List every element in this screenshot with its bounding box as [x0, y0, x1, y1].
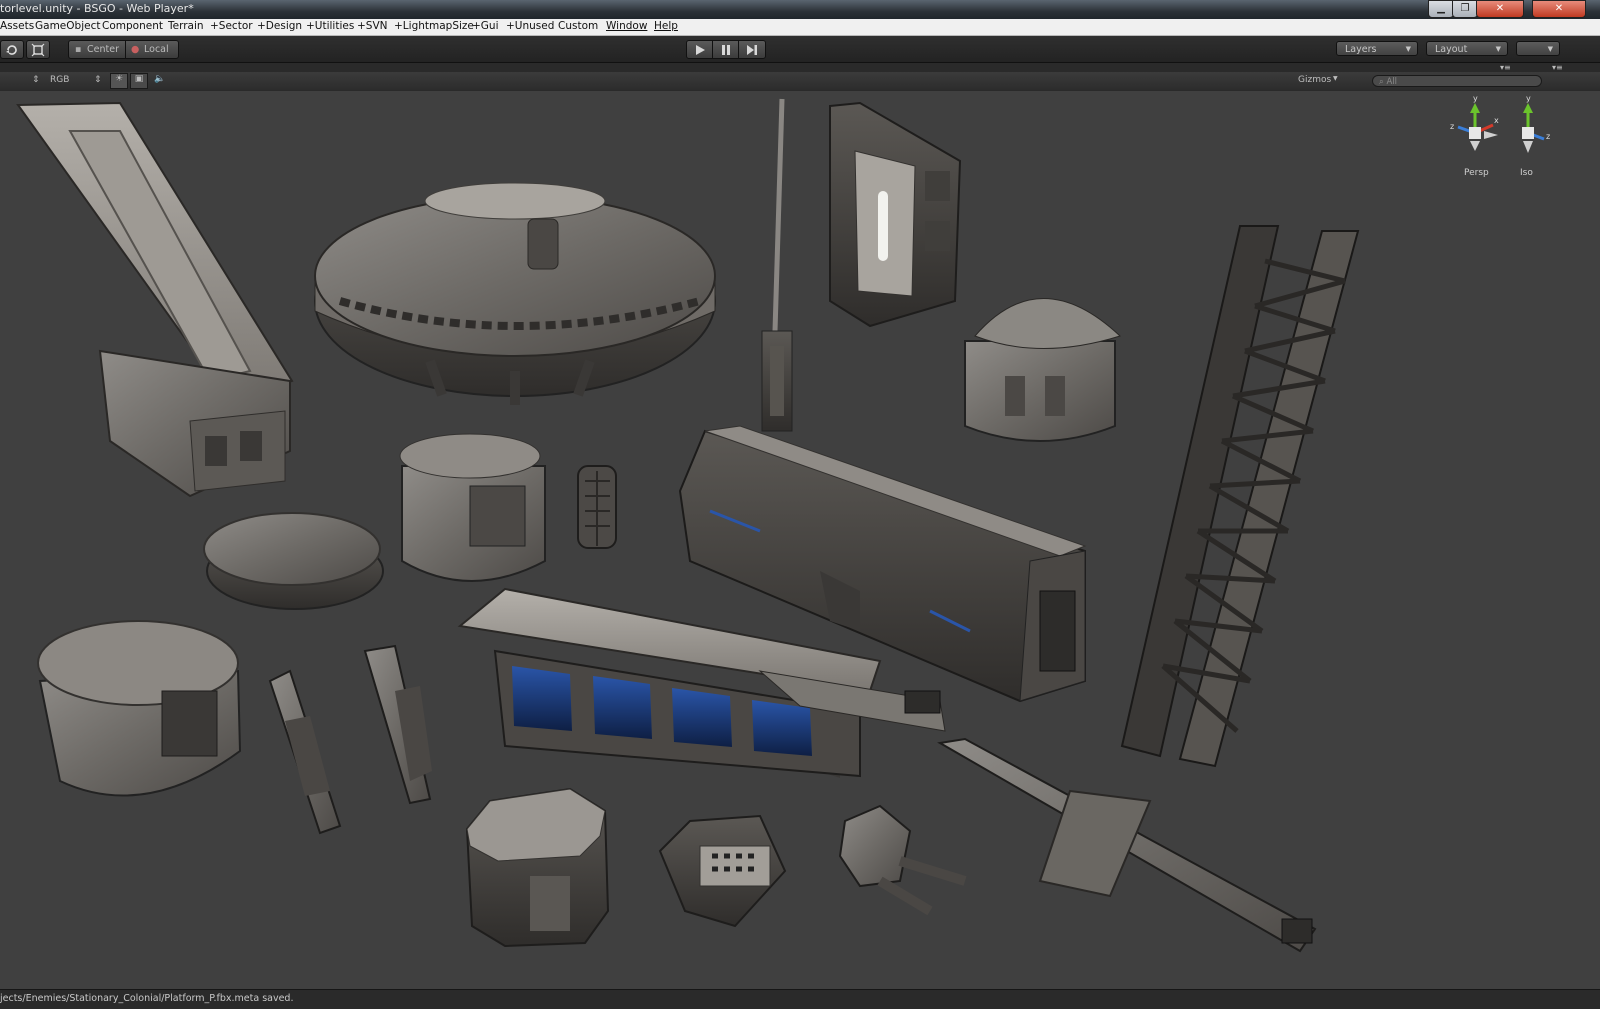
step-icon [747, 44, 757, 55]
gizmos-dropdown[interactable]: Gizmos [1298, 75, 1331, 85]
pivot-icon: ▪ [75, 44, 82, 55]
window-title-bar: torlevel.unity - BSGO - Web Player* ▁ ❐ … [0, 0, 1600, 19]
layout-label: Layout [1435, 44, 1468, 55]
scale-tool-button[interactable] [26, 40, 50, 59]
scene-fx-toggle-icon[interactable]: ▣ [130, 73, 148, 89]
panel-menu-icon-2[interactable]: ▾≡ [1552, 63, 1563, 72]
pivot-center-label: Center [87, 44, 119, 55]
menu-utilities[interactable]: +Utilities [306, 20, 354, 32]
missile-launcher-model[interactable] [658, 814, 787, 928]
play-button[interactable] [686, 40, 714, 59]
ramp-model[interactable] [16, 101, 294, 498]
menu-bar: Assets GameObject Component Terrain +Sec… [0, 19, 1600, 36]
play-icon [696, 44, 705, 55]
menu-sector[interactable]: +Sector [210, 20, 253, 32]
octagon-box-model[interactable] [465, 787, 610, 948]
chevron-down-icon: ▼ [1547, 45, 1553, 53]
menu-gui[interactable]: +Gui [472, 20, 499, 32]
pause-button[interactable] [712, 40, 740, 59]
antenna-model[interactable] [761, 98, 793, 432]
main-toolbar: ▪ Center ● Local Layers ▼ Layout ▼ ▼ [0, 36, 1600, 63]
lighting-toggle-icon[interactable]: ☀ [110, 73, 128, 89]
scene-toolbar: ▾≡ ▾≡ ⇕ RGB ⇕ ☀ ▣ 🔈 Gizmos ▼ ⌕ All [0, 63, 1600, 92]
step-button[interactable] [738, 40, 766, 59]
svg-text:x: x [1494, 116, 1499, 125]
dome-model[interactable] [314, 182, 716, 405]
search-input[interactable]: ⌕ All [1372, 75, 1542, 87]
cross-beam-model[interactable] [937, 737, 1317, 953]
render-mode-dropdown[interactable]: RGB [50, 75, 69, 85]
menu-help[interactable]: Help [654, 20, 678, 32]
layout-dropdown[interactable]: Layout ▼ [1426, 41, 1508, 56]
menu-terrain[interactable]: Terrain [168, 20, 204, 32]
menu-unused[interactable]: +Unused [506, 20, 554, 32]
chevron-down-icon: ▼ [1405, 45, 1411, 53]
status-bar: jects/Enemies/Stationary_Colonial/Platfo… [0, 989, 1600, 1009]
layers-dropdown[interactable]: Layers ▼ [1336, 41, 1418, 56]
scale-icon [31, 43, 45, 56]
persp-label: Persp [1464, 168, 1489, 178]
audio-toggle-icon[interactable]: 🔈 [154, 74, 165, 84]
svg-text:y: y [1526, 95, 1531, 103]
chevron-down-icon: ▼ [1333, 75, 1338, 82]
pivot-center-button[interactable]: ▪ Center [68, 40, 127, 59]
minimize-button[interactable]: ▁ [1428, 0, 1454, 18]
menu-gameobject[interactable]: GameObject [35, 20, 100, 32]
search-placeholder: All [1386, 77, 1398, 87]
window-title: torlevel.unity - BSGO - Web Player* [0, 2, 194, 15]
scene-options-row: ⇕ RGB ⇕ ☀ ▣ 🔈 Gizmos ▼ [0, 72, 1600, 90]
wall-panel-model[interactable] [829, 101, 962, 328]
round-building-model[interactable] [37, 620, 242, 797]
iso-gizmo[interactable]: y z [1508, 95, 1558, 165]
layers-label: Layers [1345, 44, 1377, 55]
perspective-gizmo[interactable]: y x z [1448, 95, 1508, 165]
menu-svn[interactable]: +SVN [357, 20, 388, 32]
gun-turret-model[interactable] [838, 804, 967, 916]
scene-viewport[interactable]: y x z Persp y z Iso [0, 91, 1600, 989]
iso-label: Iso [1520, 168, 1533, 178]
restore-button[interactable]: ❐ [1452, 0, 1478, 18]
pillar-model-2[interactable] [363, 644, 432, 805]
menu-lightmapsize[interactable]: +LightmapSize [394, 20, 474, 32]
pause-icon [722, 44, 730, 55]
menu-component[interactable]: Component [102, 20, 163, 32]
space-local-label: Local [144, 44, 169, 55]
pillar-model[interactable] [268, 669, 342, 835]
small-cylinder-model[interactable] [399, 433, 546, 582]
secondary-close-button[interactable]: ✕ [1532, 0, 1586, 18]
scene-canvas [16, 98, 1360, 953]
rotate-tool-button[interactable] [0, 40, 24, 59]
search-icon: ⌕ [1379, 77, 1384, 87]
panel-menu-icon[interactable]: ▾≡ [1500, 63, 1511, 72]
account-dropdown[interactable]: ▼ [1516, 41, 1560, 56]
menu-custom[interactable]: Custom [558, 20, 598, 32]
menu-assets[interactable]: Assets [0, 20, 34, 32]
grille-cylinder-model[interactable] [577, 465, 617, 549]
menu-design[interactable]: +Design [257, 20, 302, 32]
disk-platform-model[interactable] [203, 512, 384, 610]
rotate-icon [6, 44, 17, 55]
render-mode-chevron-icon: ⇕ [94, 75, 102, 85]
svg-text:z: z [1450, 122, 1454, 131]
truss-tower-model[interactable] [1120, 225, 1360, 768]
local-icon: ● [131, 44, 140, 55]
draw-mode-dropdown-icon[interactable]: ⇕ [32, 75, 40, 85]
svg-text:y: y [1473, 95, 1478, 103]
svg-text:z: z [1546, 132, 1550, 141]
tank-model[interactable] [964, 298, 1121, 442]
close-button[interactable]: ✕ [1476, 0, 1524, 18]
chevron-down-icon: ▼ [1495, 45, 1501, 53]
menu-window[interactable]: Window [606, 20, 647, 32]
space-local-button[interactable]: ● Local [125, 40, 179, 59]
status-message: jects/Enemies/Stationary_Colonial/Platfo… [0, 993, 294, 1004]
